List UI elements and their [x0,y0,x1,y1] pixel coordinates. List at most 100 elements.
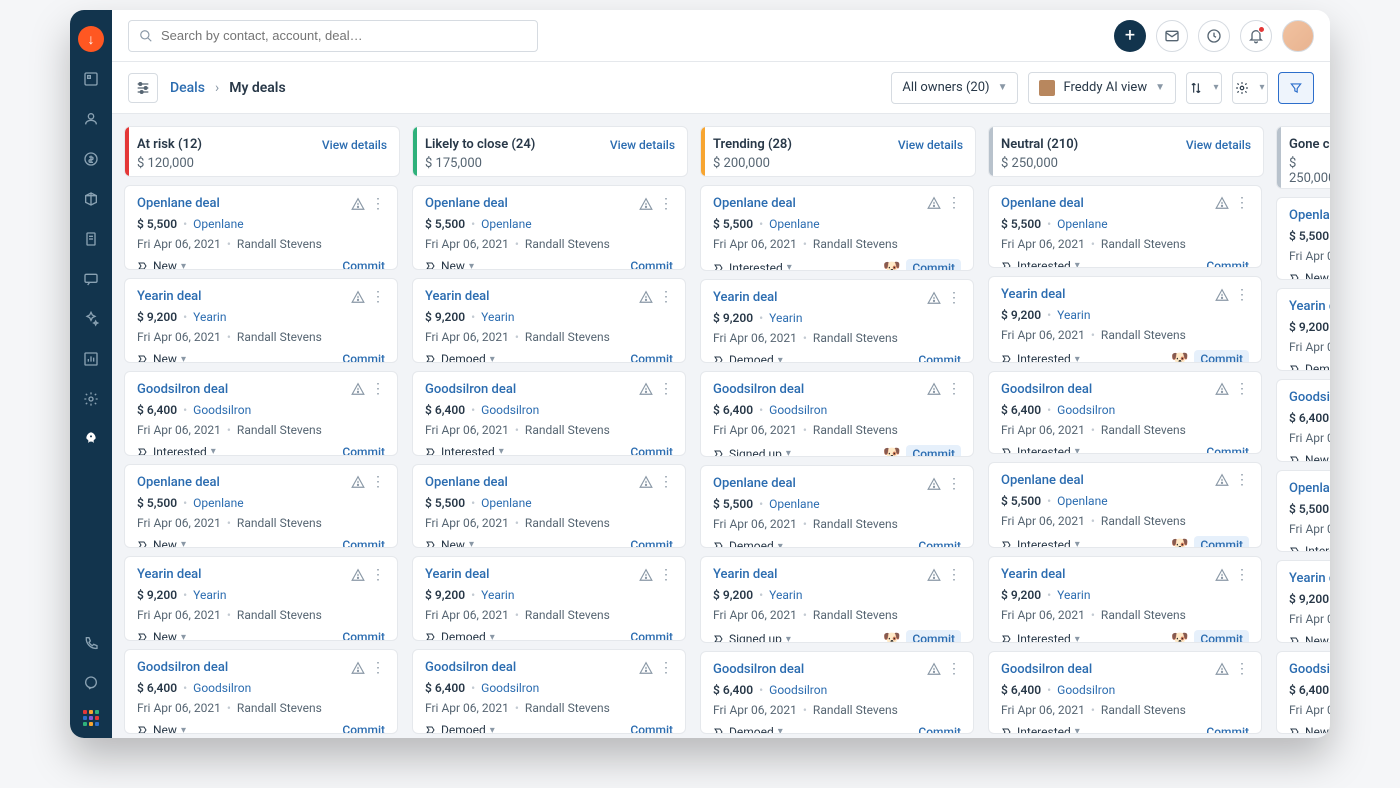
deal-card[interactable]: Yearin deal⋮$ 9,200•YearinFri Apr 06, 20… [988,556,1262,642]
deal-title[interactable]: Goodsilron deal [1289,390,1330,405]
commit-link[interactable]: Commit [342,538,385,549]
commit-link[interactable]: Commit [630,723,673,734]
card-more-button[interactable]: ⋮ [659,568,673,582]
deal-card[interactable]: Goodsilron deal⋮$ 6,400•GoodsilronFri Ap… [988,371,1262,454]
deal-account-link[interactable]: Goodsilron [193,681,251,695]
card-more-button[interactable]: ⋮ [1235,473,1249,487]
notifications-button[interactable] [1240,20,1272,52]
deal-account-link[interactable]: Yearin [193,588,226,602]
nav-ai-icon[interactable] [78,306,104,332]
deal-title[interactable]: Openlane deal [1001,196,1084,211]
deal-stage-selector[interactable]: New▾ [137,352,186,363]
deal-account-link[interactable]: Goodsilron [769,683,827,697]
deal-stage-selector[interactable]: New▾ [1289,725,1330,734]
commit-link[interactable]: Commit [1194,350,1249,362]
app-switcher-icon[interactable] [83,710,99,726]
card-more-button[interactable]: ⋮ [947,662,961,676]
commit-link[interactable]: Commit [1206,445,1249,454]
card-more-button[interactable]: ⋮ [947,568,961,582]
deal-account-link[interactable]: Openlane [193,217,243,231]
card-more-button[interactable]: ⋮ [659,290,673,304]
deal-stage-selector[interactable]: Demoed▾ [425,352,495,363]
deal-stage-selector[interactable]: Signed up▾ [713,632,791,642]
card-more-button[interactable]: ⋮ [371,197,385,211]
user-avatar[interactable] [1282,20,1314,52]
commit-link[interactable]: Commit [1194,630,1249,642]
deal-account-link[interactable]: Goodsilron [481,681,539,695]
nav-products-icon[interactable] [78,186,104,212]
deal-stage-selector[interactable]: Interested▾ [137,445,216,456]
mail-button[interactable] [1156,20,1188,52]
commit-link[interactable]: Commit [342,445,385,456]
card-more-button[interactable]: ⋮ [371,661,385,675]
deal-title[interactable]: Goodsilron deal [713,382,804,397]
deal-card[interactable]: Openlane deal⋮$ 5,500•OpenlaneFri Apr 06… [700,185,974,271]
deal-title[interactable]: Goodsilron deal [137,660,228,675]
nav-contacts-icon[interactable] [78,106,104,132]
deal-card[interactable]: Yearin deal⋮$ 9,200•YearinFri Apr 06, 20… [412,278,686,363]
view-details-link[interactable]: View details [1186,138,1251,152]
nav-deals-icon[interactable] [78,146,104,172]
deal-card[interactable]: Yearin deal⋮$ 9,200•YearinFri Apr 06, 20… [124,278,398,363]
breadcrumb-root[interactable]: Deals [170,80,205,96]
deal-title[interactable]: Yearin deal [425,567,490,582]
deal-stage-selector[interactable]: New▾ [1289,271,1330,280]
commit-link[interactable]: Commit [342,259,385,270]
commit-link[interactable]: Commit [1194,536,1249,548]
commit-link[interactable]: Commit [630,445,673,456]
commit-link[interactable]: Commit [918,539,961,548]
card-more-button[interactable]: ⋮ [947,382,961,396]
deal-card[interactable]: Openlane deal⋮$ 5,500•OpenlaneFri Apr 06… [412,185,686,270]
deal-stage-selector[interactable]: New▾ [425,259,474,270]
deal-title[interactable]: Openlane deal [425,196,508,211]
deal-account-link[interactable]: Yearin [481,310,514,324]
card-more-button[interactable]: ⋮ [659,661,673,675]
commit-link[interactable]: Commit [918,725,961,734]
owners-filter[interactable]: All owners (20)▼ [891,72,1018,104]
card-more-button[interactable]: ⋮ [371,290,385,304]
commit-link[interactable]: Commit [342,723,385,734]
deal-stage-selector[interactable]: New▾ [425,538,474,549]
deal-stage-selector[interactable]: Demoed▾ [713,725,783,734]
deal-title[interactable]: Openlane deal [137,196,220,211]
deal-account-link[interactable]: Openlane [1057,494,1107,508]
deal-stage-selector[interactable]: Interested▾ [1001,445,1080,454]
view-details-link[interactable]: View details [322,138,387,152]
deal-stage-selector[interactable]: Interested▾ [1001,538,1080,548]
deal-account-link[interactable]: Openlane [481,217,531,231]
deal-title[interactable]: Goodsilron deal [713,662,804,677]
deal-title[interactable]: Openlane deal [713,196,796,211]
nav-phone-icon[interactable] [78,630,104,656]
nav-rocket-icon[interactable] [78,426,104,452]
search-input[interactable] [161,28,527,43]
deal-account-link[interactable]: Openlane [193,496,243,510]
nav-dashboard-icon[interactable] [78,66,104,92]
global-search[interactable] [128,20,538,52]
deal-stage-selector[interactable]: New▾ [1289,453,1330,462]
deal-stage-selector[interactable]: Interested▾ [713,261,792,271]
commit-link[interactable]: Commit [1206,259,1249,268]
view-selector[interactable]: Freddy AI view▼ [1028,72,1176,104]
deal-card[interactable]: Yearin deal$ 9,200Fri Apr 06, 2021Demoed… [1276,288,1330,371]
card-more-button[interactable]: ⋮ [1235,288,1249,302]
deal-stage-selector[interactable]: New▾ [137,538,186,549]
deal-account-link[interactable]: Yearin [193,310,226,324]
deal-title[interactable]: Goodsilron deal [1289,662,1330,677]
alerts-button[interactable] [1198,20,1230,52]
nav-settings-icon[interactable] [78,386,104,412]
deal-title[interactable]: Goodsilron deal [425,382,516,397]
deal-stage-selector[interactable]: New▾ [137,259,186,270]
deal-card[interactable]: Openlane deal$ 5,500Fri Apr 06, 2021Inte… [1276,470,1330,553]
deal-card[interactable]: Yearin deal$ 9,200Fri Apr 06, 2021New▾ [1276,560,1330,643]
deal-card[interactable]: Goodsilron deal⋮$ 6,400•GoodsilronFri Ap… [124,649,398,734]
deal-account-link[interactable]: Yearin [1057,588,1090,602]
deal-title[interactable]: Yearin deal [713,567,778,582]
commit-link[interactable]: Commit [342,352,385,363]
nav-reports-icon[interactable] [78,346,104,372]
deal-card[interactable]: Goodsilron deal$ 6,400Fri Apr 06, 2021Ne… [1276,651,1330,734]
commit-link[interactable]: Commit [1206,725,1249,734]
deal-account-link[interactable]: Goodsilron [1057,403,1115,417]
deal-stage-selector[interactable]: Interested▾ [1001,632,1080,642]
sort-button[interactable]: ▾ [1186,72,1222,104]
deal-title[interactable]: Yearin deal [137,289,202,304]
